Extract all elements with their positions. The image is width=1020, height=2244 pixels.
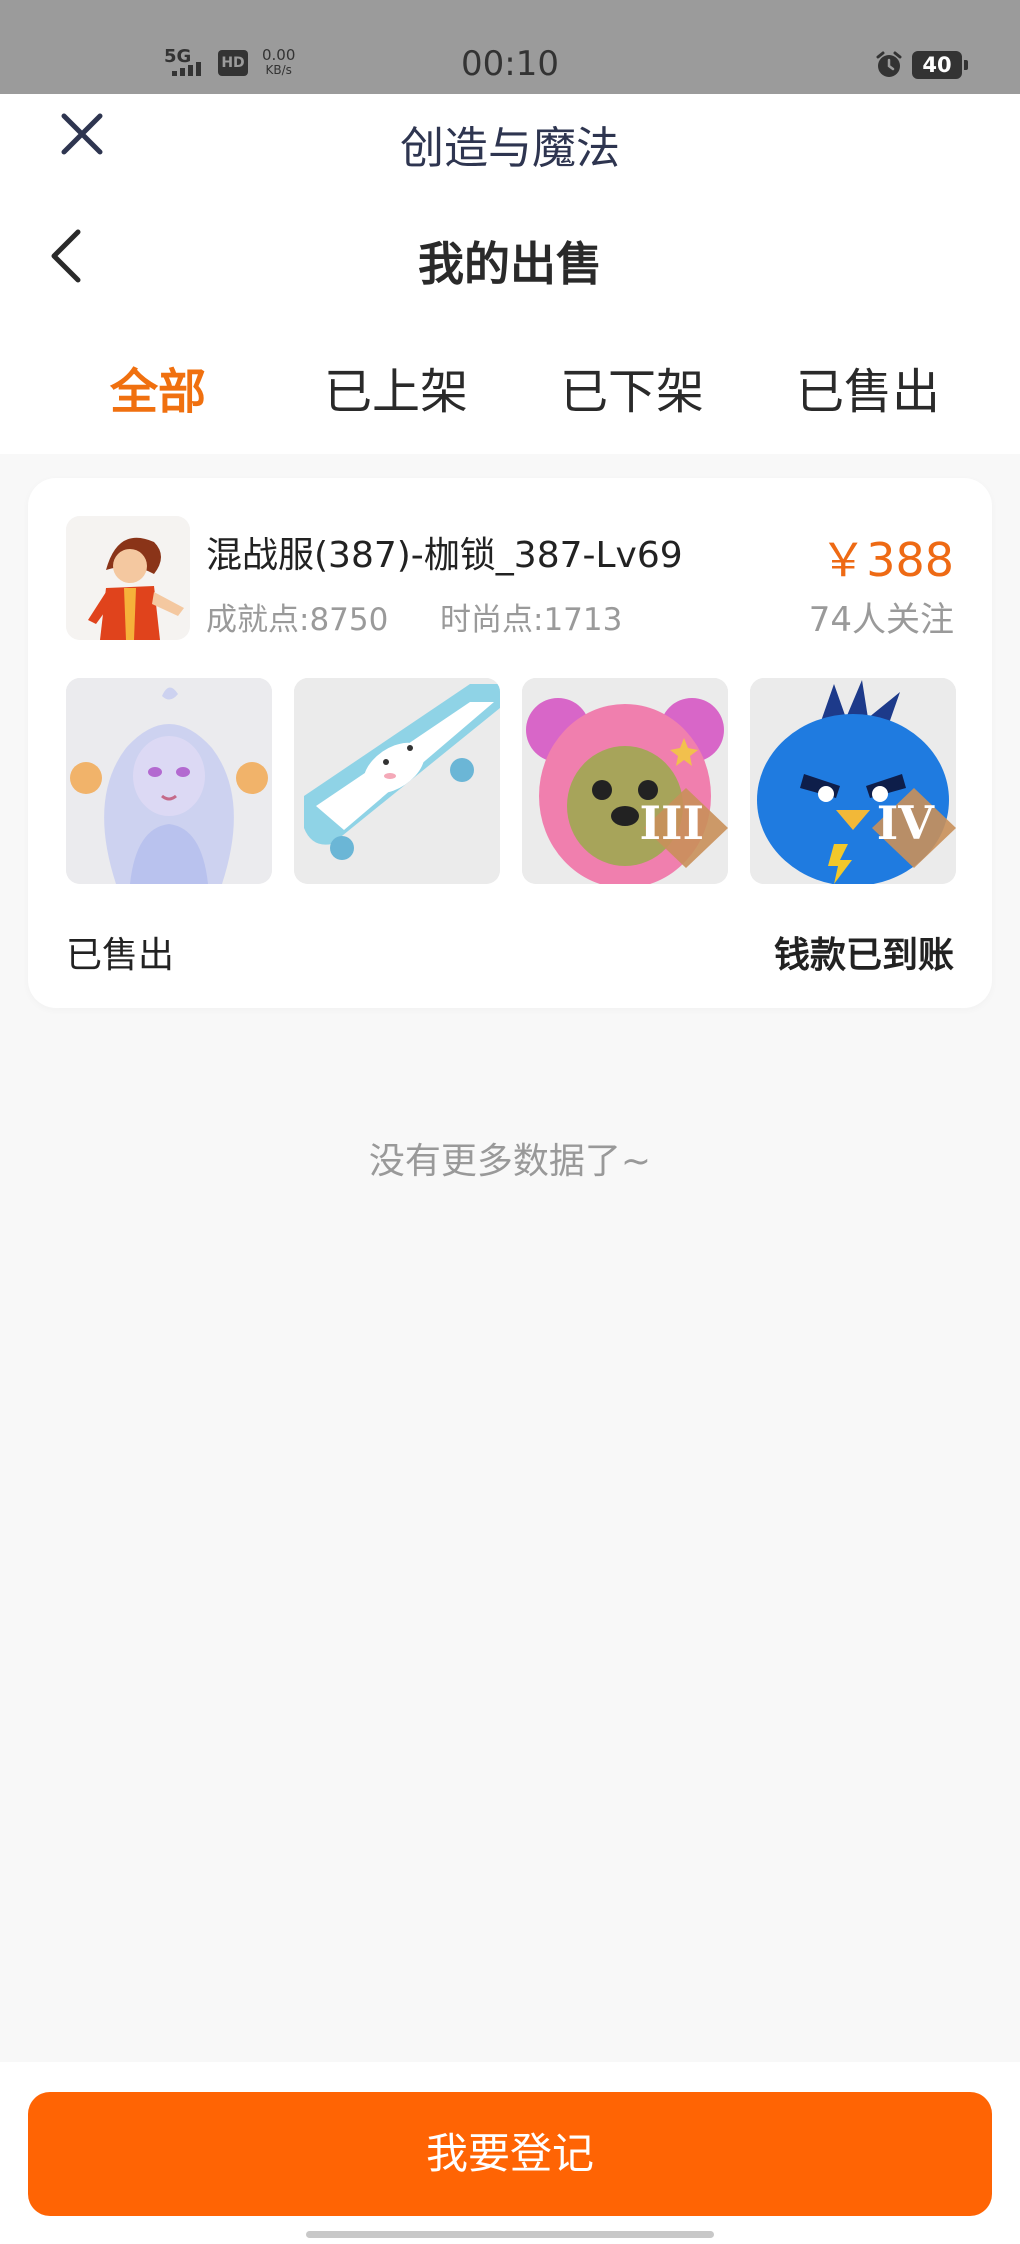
tab-sold[interactable]: 已售出 [796, 352, 940, 422]
register-button[interactable]: 我要登记 [28, 2092, 992, 2216]
item-thumb[interactable]: IV [750, 678, 956, 884]
clock: 00:10 [461, 44, 559, 84]
end-of-list-text: 没有更多数据了~ [368, 1141, 652, 1182]
alarm-icon [876, 51, 902, 77]
achievement-points: 成就点:8750 [206, 602, 389, 638]
page-title: 我的出售 [418, 237, 602, 291]
item-thumb[interactable]: III [522, 678, 728, 884]
character-avatar-icon [66, 516, 190, 640]
status-bar: 5G HD 0.00 KB/s 00:10 40 [0, 0, 1020, 94]
listing-price: ￥388 [820, 533, 954, 587]
app-title: 创造与魔法 [400, 123, 620, 174]
tab-all[interactable]: 全部 [110, 352, 206, 422]
blue-bird-mount-icon [750, 678, 956, 884]
fashion-points: 时尚点:1713 [440, 602, 623, 638]
white-spirit-character-icon [66, 678, 272, 884]
character-avatar [66, 516, 190, 640]
sale-status: 已售出 [66, 935, 175, 976]
pink-bear-mount-icon [522, 678, 728, 884]
item-thumb[interactable] [294, 678, 500, 884]
bunny-skateboard-icon [294, 678, 500, 884]
followers-count: 74人关注 [808, 600, 954, 640]
tab-listed[interactable]: 已上架 [324, 352, 468, 422]
rank-badge: IV [876, 796, 934, 850]
item-thumb[interactable] [66, 678, 272, 884]
tab-delisted[interactable]: 已下架 [560, 352, 704, 422]
battery-icon: 40 [912, 51, 968, 79]
tab-bar: 全部 已上架 已下架 已售出 [0, 352, 1020, 422]
rank-badge: III [639, 796, 704, 850]
listing-title: 混战服(387)-枷锁_387-Lv69 [206, 535, 683, 576]
item-thumbnails: III IV [66, 678, 956, 884]
home-indicator [306, 2231, 714, 2238]
payment-status: 钱款已到账 [773, 935, 954, 976]
listing-card[interactable]: 混战服(387)-枷锁_387-Lv69 成就点:8750 时尚点:1713 ￥… [28, 478, 992, 1008]
